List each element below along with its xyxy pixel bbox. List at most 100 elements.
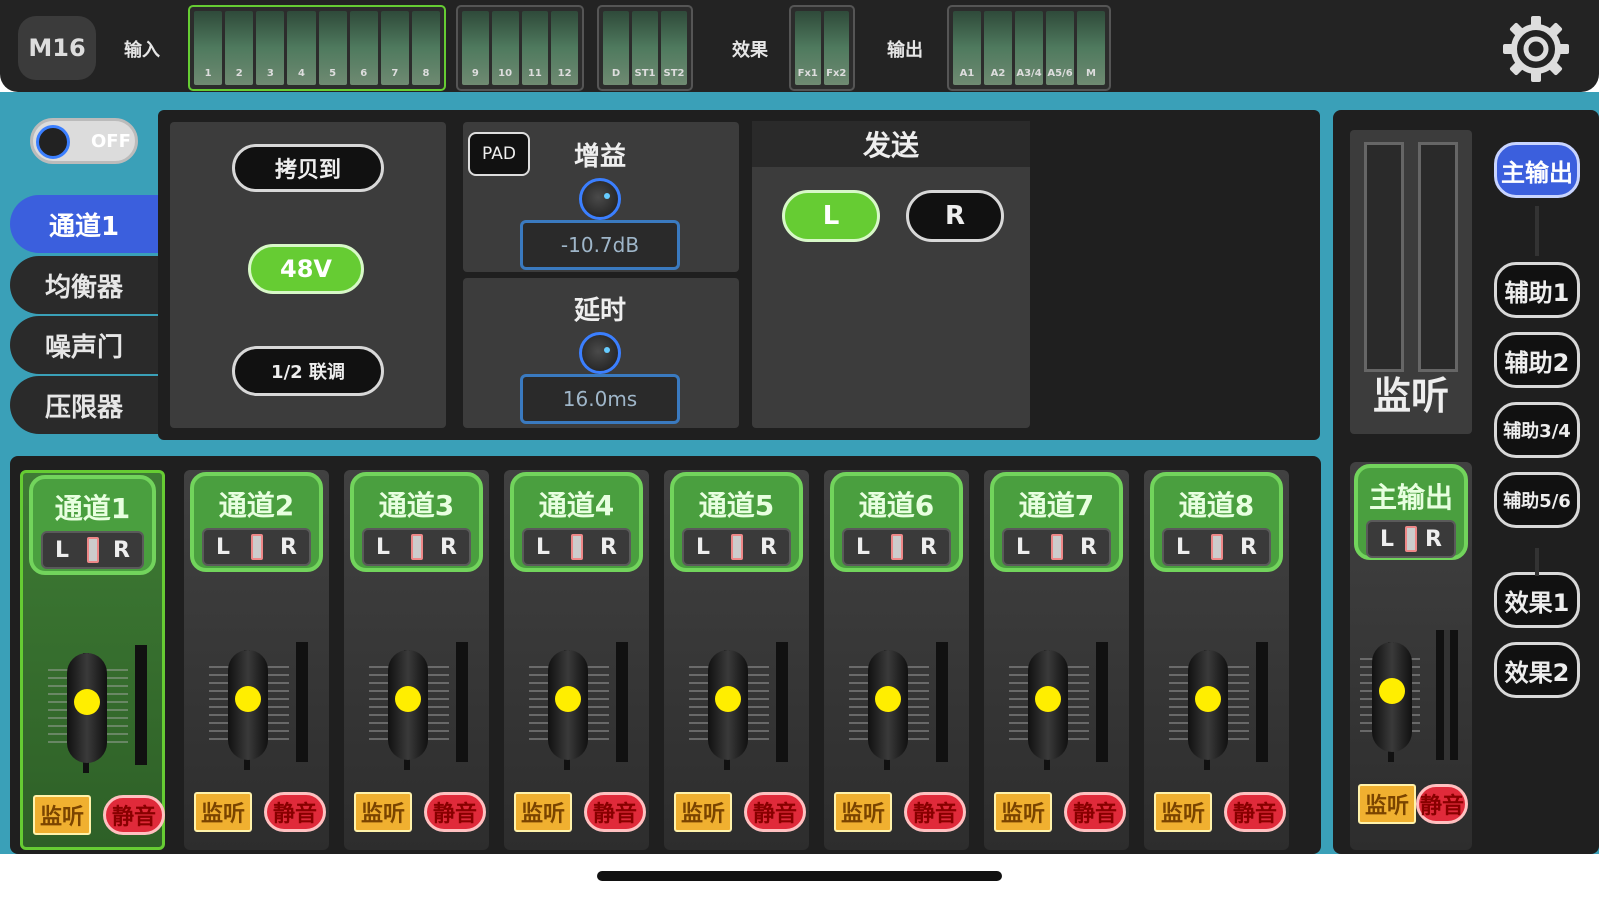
pan-center[interactable] [570, 534, 583, 560]
mute-button[interactable]: 静音 [103, 795, 165, 835]
pan-center[interactable] [410, 534, 423, 560]
level-meter[interactable]: A3/4 [1015, 11, 1043, 85]
monitor-button[interactable]: 监听 [834, 792, 892, 832]
monitor-button[interactable]: 监听 [994, 792, 1052, 832]
channel-fader[interactable] [868, 650, 908, 760]
monitor-button[interactable]: 监听 [354, 792, 412, 832]
level-meter[interactable]: A1 [953, 11, 981, 85]
mute-button[interactable]: 静音 [424, 792, 486, 832]
strip-header[interactable]: 通道4 L R [510, 472, 643, 572]
level-meter[interactable]: A2 [984, 11, 1012, 85]
bus-button[interactable]: 效果1 [1494, 572, 1580, 628]
pan-center[interactable] [1405, 526, 1417, 552]
level-meter[interactable]: 8 [411, 11, 440, 85]
level-meter[interactable]: 12 [551, 11, 578, 85]
level-meter[interactable]: 1 [194, 11, 223, 85]
pan-control[interactable]: LR [1162, 528, 1271, 566]
monitor-button[interactable]: 监听 [33, 795, 91, 835]
pan-control[interactable]: LR [1002, 528, 1111, 566]
level-meter[interactable]: 10 [491, 11, 519, 85]
level-meter[interactable]: 7 [380, 11, 409, 85]
level-meter[interactable]: Fx1 [795, 11, 821, 85]
gear-icon[interactable] [1496, 14, 1576, 84]
delay-value[interactable]: 16.0ms [520, 374, 680, 424]
input-meter-group-2[interactable]: 9 10 11 12 [456, 5, 584, 91]
pan-control[interactable]: LR [41, 531, 144, 569]
fx-meter-group[interactable]: Fx1 Fx2 [789, 5, 855, 91]
master-strip-header[interactable]: 主输出 L R [1354, 464, 1468, 560]
level-meter[interactable]: D [603, 11, 629, 85]
home-indicator[interactable] [597, 871, 1002, 881]
level-meter[interactable]: A5/6 [1046, 11, 1074, 85]
pan-center[interactable] [250, 534, 263, 560]
strip-header[interactable]: 通道1 L R [29, 475, 156, 575]
input-meter-group-3[interactable]: D ST1 ST2 [597, 5, 693, 91]
channel-fader[interactable] [1188, 650, 1228, 760]
tab-gate[interactable]: 噪声门 [10, 316, 158, 374]
level-meter[interactable]: 3 [256, 11, 285, 85]
strip-header[interactable]: 通道2 L R [190, 472, 323, 572]
level-meter[interactable]: ST1 [632, 11, 658, 85]
level-meter[interactable]: Fx2 [823, 11, 849, 85]
strip-header[interactable]: 通道3 L R [350, 472, 483, 572]
pan-control[interactable]: LR [362, 528, 471, 566]
strip-header[interactable]: 通道6 L R [830, 472, 963, 572]
monitor-button[interactable]: 监听 [674, 792, 732, 832]
strip-header[interactable]: 通道7 L R [990, 472, 1123, 572]
master-pan[interactable]: L R [1366, 520, 1456, 558]
mute-button[interactable]: 静音 [264, 792, 326, 832]
channel-fader[interactable] [228, 650, 268, 760]
channel-fader[interactable] [67, 653, 107, 763]
output-meter-group[interactable]: A1 A2 A3/4 A5/6 M [947, 5, 1111, 91]
copy-to-button[interactable]: 拷贝到 [232, 144, 384, 192]
channel-fader[interactable] [388, 650, 428, 760]
pad-button[interactable]: PAD [468, 132, 530, 176]
mute-button[interactable]: 静音 [1224, 792, 1286, 832]
strip-header[interactable]: 通道8 L R [1150, 472, 1283, 572]
monitor-button[interactable]: 监听 [514, 792, 572, 832]
bus-button[interactable]: 辅助3/4 [1494, 402, 1580, 458]
bus-button[interactable]: 辅助2 [1494, 332, 1580, 388]
strip-header[interactable]: 通道5 L R [670, 472, 803, 572]
tab-compressor[interactable]: 压限器 [10, 376, 158, 434]
level-meter[interactable]: 6 [349, 11, 378, 85]
power-toggle[interactable]: OFF [30, 118, 138, 164]
bus-button[interactable]: 效果2 [1494, 642, 1580, 698]
channel-fader[interactable] [548, 650, 588, 760]
pan-control[interactable]: LR [682, 528, 791, 566]
stereo-link-button[interactable]: 1/2 联调 [232, 346, 384, 396]
pan-center[interactable] [730, 534, 743, 560]
level-meter[interactable]: 11 [521, 11, 549, 85]
pan-center[interactable] [1050, 534, 1063, 560]
master-monitor-button[interactable]: 监听 [1358, 784, 1416, 824]
delay-knob[interactable] [579, 332, 621, 374]
mute-button[interactable]: 静音 [904, 792, 966, 832]
master-mute-button[interactable]: 静音 [1416, 784, 1468, 824]
send-l-button[interactable]: L [782, 190, 880, 242]
level-meter[interactable]: 4 [287, 11, 316, 85]
level-meter[interactable]: 2 [225, 11, 254, 85]
pan-center[interactable] [86, 537, 99, 563]
pan-control[interactable]: LR [842, 528, 951, 566]
bus-button[interactable]: 主输出 [1494, 142, 1580, 198]
level-meter[interactable]: 5 [318, 11, 347, 85]
level-meter[interactable]: ST2 [661, 11, 687, 85]
bus-button[interactable]: 辅助1 [1494, 262, 1580, 318]
bus-button[interactable]: 辅助5/6 [1494, 472, 1580, 528]
pan-center[interactable] [1210, 534, 1223, 560]
master-fader[interactable] [1372, 642, 1412, 752]
level-meter[interactable]: M [1077, 11, 1105, 85]
mute-button[interactable]: 静音 [584, 792, 646, 832]
pan-center[interactable] [890, 534, 903, 560]
channel-fader[interactable] [708, 650, 748, 760]
monitor-button[interactable]: 监听 [194, 792, 252, 832]
send-r-button[interactable]: R [906, 190, 1004, 242]
pan-control[interactable]: LR [522, 528, 631, 566]
monitor-button[interactable]: 监听 [1154, 792, 1212, 832]
tab-channel[interactable]: 通道1 [10, 195, 158, 253]
mute-button[interactable]: 静音 [1064, 792, 1126, 832]
tab-eq[interactable]: 均衡器 [10, 256, 158, 314]
level-meter[interactable]: 9 [462, 11, 489, 85]
mute-button[interactable]: 静音 [744, 792, 806, 832]
gain-knob[interactable] [579, 178, 621, 220]
